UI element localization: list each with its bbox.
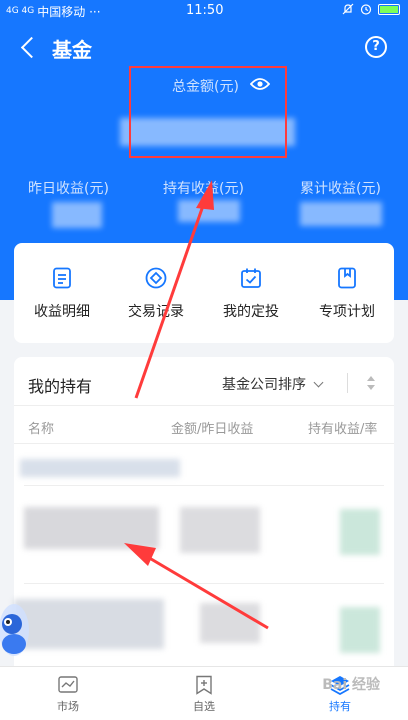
arrow-to-holding-row — [124, 543, 269, 630]
tab-label: 市场 — [57, 700, 79, 713]
tab-market[interactable]: 市场 — [38, 675, 98, 714]
annotation-arrows — [124, 180, 269, 630]
watchlist-icon — [193, 675, 215, 695]
market-icon — [57, 675, 79, 695]
tab-watchlist[interactable]: 自选 — [174, 675, 234, 714]
tab-label: 自选 — [193, 700, 215, 713]
arrow-to-total — [134, 180, 214, 399]
watermark: Bai 经验 — [322, 677, 380, 693]
tab-label: 持有 — [329, 700, 351, 713]
